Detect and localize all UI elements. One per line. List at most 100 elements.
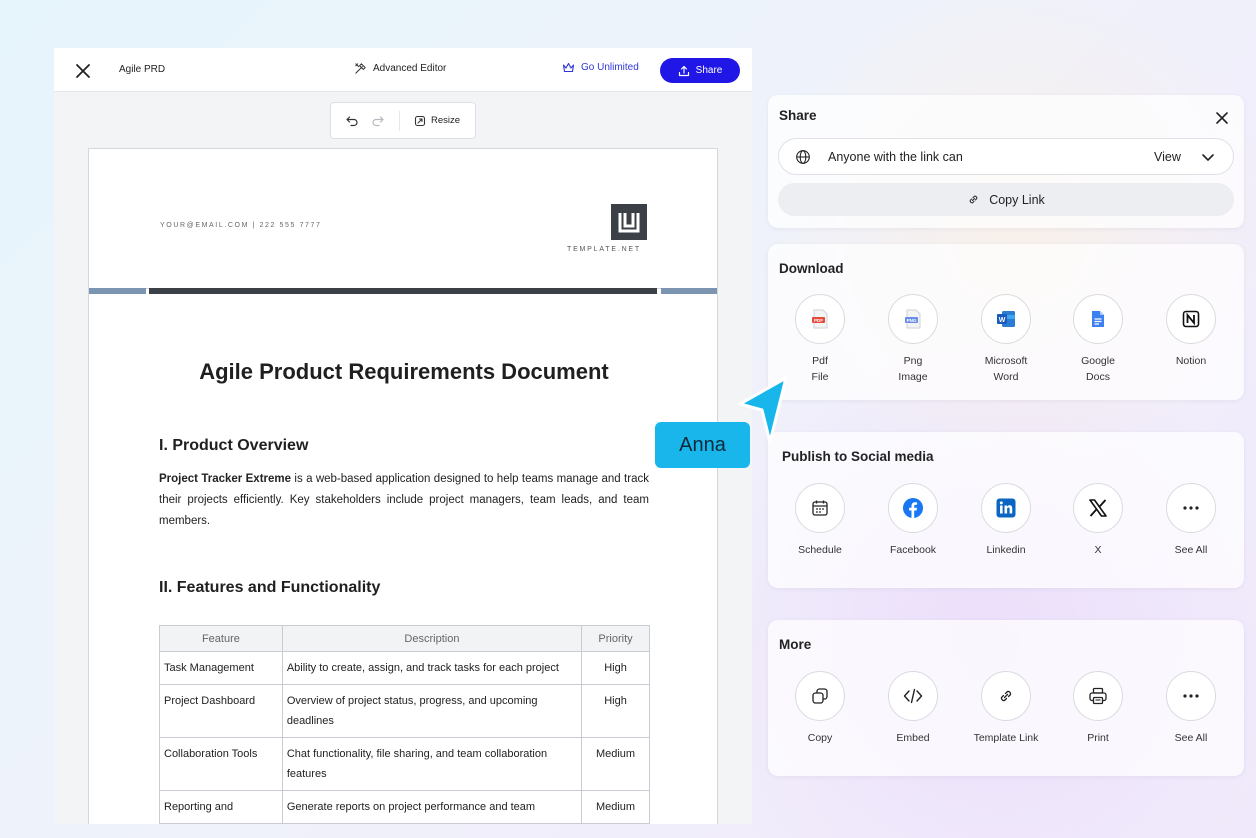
- link-icon: [969, 195, 978, 204]
- share-button-label: Share: [695, 65, 723, 76]
- document-page[interactable]: YOUR@EMAIL.COM | 222 555 7777 TEMPLATE.N…: [88, 148, 718, 824]
- overview-paragraph: Project Tracker Extreme is a web-based a…: [159, 469, 649, 532]
- download-notion-option[interactable]: Notion: [1145, 294, 1237, 369]
- schedule-label: Schedule: [798, 544, 842, 556]
- collaborator-name-tag: Anna: [655, 422, 750, 468]
- close-icon[interactable]: [1214, 110, 1230, 126]
- more-embed-option[interactable]: Embed: [867, 671, 959, 746]
- table-cell-feature: Task Management: [159, 651, 283, 685]
- google-docs-icon: [1073, 294, 1123, 344]
- table-cell-description: Generate reports on project performance …: [281, 790, 583, 824]
- printer-icon: [1073, 671, 1123, 721]
- calendar-icon: [795, 483, 845, 533]
- editor-window: Agile PRD Advanced Editor Go Unlimited S…: [54, 48, 752, 824]
- redo-icon[interactable]: [371, 114, 385, 128]
- table-cell-description: Ability to create, assign, and track tas…: [281, 651, 583, 685]
- more-panel-title: More: [779, 637, 812, 652]
- table-cell-feature: Collaboration Tools: [159, 737, 283, 791]
- more-icon: [1166, 483, 1216, 533]
- link-permission-select[interactable]: Anyone with the link can View: [778, 138, 1234, 175]
- more-see-all-option[interactable]: See All: [1145, 671, 1237, 746]
- tools-icon: [355, 63, 366, 74]
- social-linkedin-option[interactable]: Linkedin: [960, 483, 1052, 558]
- go-unlimited-button[interactable]: Go Unlimited: [562, 62, 639, 73]
- table-row: Project Dashboard Overview of project st…: [159, 684, 650, 738]
- copy-label: Copy: [807, 732, 833, 744]
- png-icon: PNG: [888, 294, 938, 344]
- contact-info: YOUR@EMAIL.COM | 222 555 7777: [160, 222, 322, 229]
- table-cell-description: Overview of project status, progress, an…: [281, 684, 583, 738]
- upload-icon: [678, 65, 689, 76]
- word-label-line2: Word: [993, 371, 1019, 383]
- logo-text: TEMPLATE.NET: [567, 246, 641, 253]
- svg-text:PNG: PNG: [907, 318, 917, 323]
- download-panel: Download PDF Pdf File PNG Png Image W Mi…: [768, 244, 1244, 400]
- social-schedule-option[interactable]: Schedule: [774, 483, 866, 558]
- notion-label: Notion: [1175, 355, 1207, 367]
- social-panel: Publish to Social media Schedule Faceboo…: [768, 432, 1244, 588]
- more-panel: More Copy Embed Template Link Print See …: [768, 620, 1244, 776]
- more-see-all-label: See All: [1174, 732, 1208, 744]
- pdf-label-line1: Pdf: [812, 355, 828, 367]
- edit-toolbar: Resize: [330, 102, 476, 139]
- share-button[interactable]: Share: [660, 58, 740, 83]
- section-heading-features: II. Features and Functionality: [159, 579, 381, 596]
- embed-label: Embed: [896, 732, 930, 744]
- toolbar-divider: [399, 110, 400, 131]
- more-copy-option[interactable]: Copy: [774, 671, 866, 746]
- more-print-option[interactable]: Print: [1052, 671, 1144, 746]
- download-word-option[interactable]: W Microsoft Word: [960, 294, 1052, 385]
- pdf-icon: PDF: [795, 294, 845, 344]
- table-cell-description: Chat functionality, file sharing, and te…: [281, 737, 583, 791]
- facebook-icon: [888, 483, 938, 533]
- table-row: Task Management Ability to create, assig…: [159, 651, 650, 685]
- social-see-all-option[interactable]: See All: [1145, 483, 1237, 558]
- facebook-label: Facebook: [889, 544, 937, 556]
- pdf-label-line2: File: [811, 371, 829, 383]
- advanced-editor-button[interactable]: Advanced Editor: [354, 62, 446, 75]
- resize-icon: [414, 115, 426, 126]
- resize-button[interactable]: Resize: [414, 115, 460, 127]
- permission-value: View: [1154, 150, 1181, 164]
- link-icon: [981, 671, 1031, 721]
- download-pdf-option[interactable]: PDF Pdf File: [774, 294, 866, 385]
- download-google-docs-option[interactable]: Google Docs: [1052, 294, 1144, 385]
- header-bar-middle: [149, 288, 657, 294]
- social-panel-title: Publish to Social media: [782, 449, 934, 464]
- table-cell-priority: Medium: [581, 790, 650, 824]
- table-cell-priority: Medium: [581, 737, 650, 791]
- copy-link-button[interactable]: Copy Link: [778, 183, 1234, 216]
- undo-icon[interactable]: [345, 114, 359, 128]
- product-name: Project Tracker Extreme: [159, 473, 292, 485]
- social-x-option[interactable]: X: [1052, 483, 1144, 558]
- header-bar-left: [89, 288, 146, 294]
- google-docs-label-line1: Google: [1081, 355, 1115, 367]
- linkedin-label: Linkedin: [986, 544, 1026, 556]
- table-cell-priority: High: [581, 651, 650, 685]
- download-panel-title: Download: [779, 261, 844, 276]
- social-facebook-option[interactable]: Facebook: [867, 483, 959, 558]
- more-template-link-option[interactable]: Template Link: [960, 671, 1052, 746]
- resize-label: Resize: [431, 115, 461, 126]
- table-row: Reporting and Generate reports on projec…: [159, 790, 650, 824]
- png-label-line2: Image: [898, 371, 928, 383]
- table-header-priority: Priority: [581, 625, 650, 652]
- notion-icon: [1166, 294, 1216, 344]
- png-label-line1: Png: [903, 355, 923, 367]
- document-title: Agile Product Requirements Document: [199, 359, 609, 384]
- advanced-editor-label: Advanced Editor: [373, 63, 447, 74]
- document-name[interactable]: Agile PRD: [119, 64, 165, 75]
- close-icon[interactable]: [74, 62, 92, 80]
- code-icon: [888, 671, 938, 721]
- word-label-line1: Microsoft: [984, 355, 1028, 367]
- table-header-description: Description: [281, 625, 583, 652]
- chevron-down-icon: [1202, 154, 1214, 161]
- print-label: Print: [1087, 732, 1109, 744]
- download-png-option[interactable]: PNG Png Image: [867, 294, 959, 385]
- link-access-text: Anyone with the link can: [828, 150, 963, 164]
- features-table: Feature Description Priority Task Manage…: [159, 625, 650, 824]
- social-see-all-label: See All: [1174, 544, 1208, 556]
- x-label: X: [1094, 544, 1102, 556]
- svg-text:PDF: PDF: [814, 318, 823, 323]
- copy-link-label: Copy Link: [989, 192, 1045, 207]
